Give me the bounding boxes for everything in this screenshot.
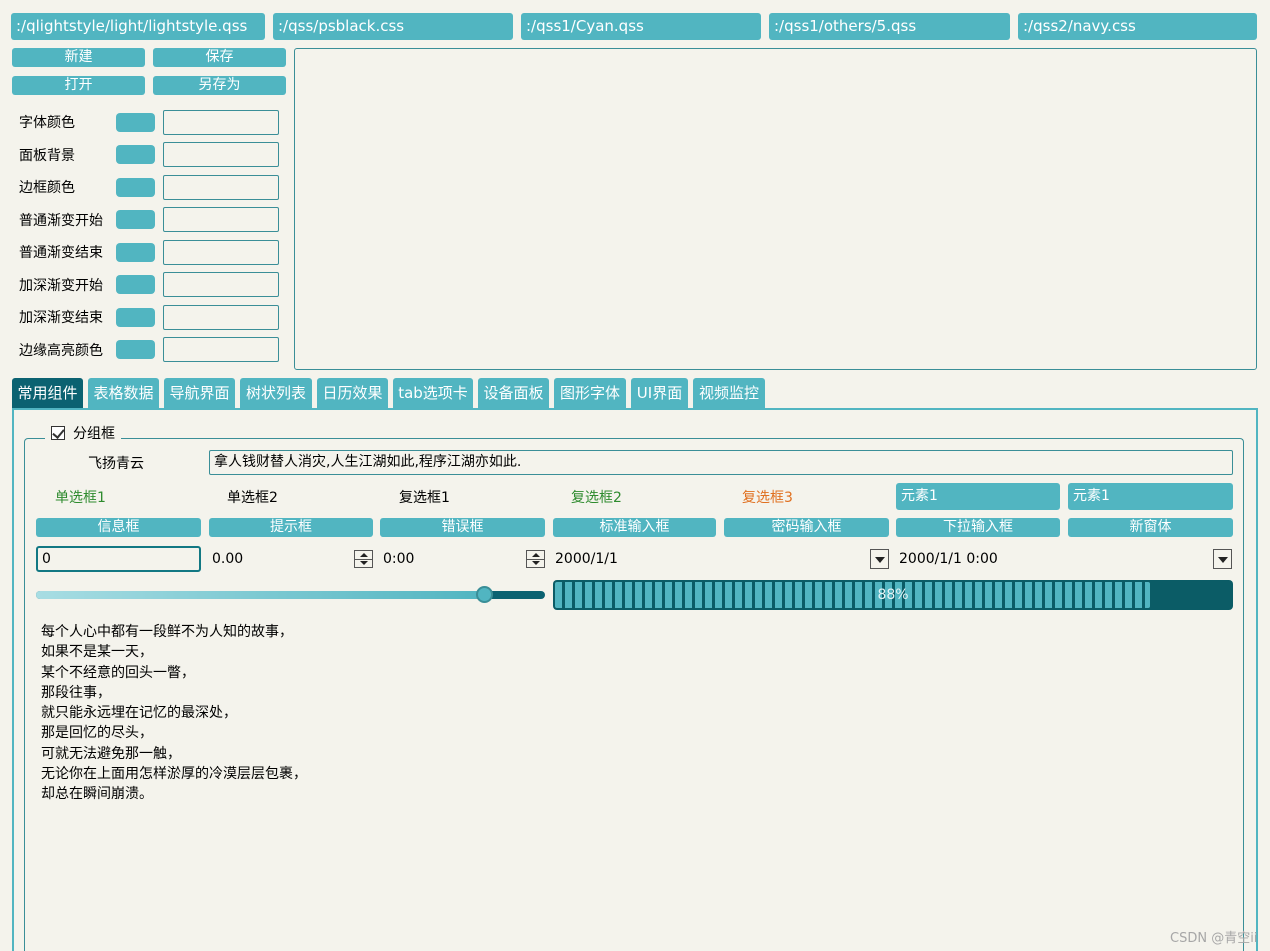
style-combo-4[interactable]: :/qss1/others/5.qss [769,13,1010,40]
color-input-dark-start[interactable] [163,272,279,297]
poem-line: 就只能永远埋在记忆的最深处， [41,705,237,722]
slider-handle[interactable] [475,586,493,603]
time-spin-arrows-icon[interactable] [526,550,545,568]
poem-line: 那段往事， [41,684,111,701]
poem-line: 无论你在上面用怎样淤厚的冷漠层层包裹， [41,766,307,783]
double-spinbox[interactable]: 0.00 [209,546,373,572]
color-input-normal-end[interactable] [163,240,279,265]
element-combo-1[interactable]: 元素1 [896,483,1060,510]
tab-tree-list[interactable]: 树状列表 [240,378,312,408]
poem-line: 如果不是某一天， [41,644,153,661]
tab-calendar[interactable]: 日历效果 [317,378,388,408]
slider-fill [36,591,484,599]
check-2[interactable]: 复选框2 [571,487,622,507]
tab-common-widgets[interactable]: 常用组件 [12,378,83,408]
check-1[interactable]: 复选框1 [399,487,450,507]
int-spinbox[interactable]: 0 [36,546,201,572]
open-button[interactable]: 打开 [12,76,145,95]
poem-line: 却总在瞬间崩溃。 [41,786,153,803]
date-edit-value: 2000/1/1 [555,551,618,567]
tab-device-panel[interactable]: 设备面板 [478,378,549,408]
color-label-dark-start: 加深渐变开始 [19,278,103,294]
poem-line: 可就无法避免那一触， [41,745,181,762]
date-dropdown-icon[interactable] [870,549,889,569]
datetime-edit-value: 2000/1/1 0:00 [899,551,998,567]
watermark: CSDN @青空ii [1170,931,1258,946]
color-label-highlight: 边缘高亮颜色 [19,343,103,359]
standard-input-button[interactable]: 标准输入框 [553,518,716,537]
line-edit[interactable]: 拿人钱财替人消灾,人生江湖如此,程序江湖亦如此. [209,450,1233,475]
date-edit[interactable]: 2000/1/1 [553,546,889,572]
qss-text-editor[interactable] [294,48,1257,370]
color-button-panel[interactable] [116,145,155,164]
poem-line: 那是回忆的尽头， [41,725,153,742]
poem-line: 某个不经意的回头一瞥， [41,664,195,681]
dropdown-input-button[interactable]: 下拉输入框 [896,518,1060,537]
tab-graphic-font[interactable]: 图形字体 [554,378,626,408]
radio-2[interactable]: 单选框2 [227,487,278,507]
save-as-button[interactable]: 另存为 [153,76,286,95]
double-spin-arrows-icon[interactable] [354,550,373,568]
tab-table-data[interactable]: 表格数据 [88,378,159,408]
error-box-button[interactable]: 错误框 [380,518,545,537]
time-edit-value: 0:00 [383,551,415,567]
element-combo-2[interactable]: 元素1 [1068,483,1233,510]
color-input-highlight[interactable] [163,337,279,362]
datetime-dropdown-icon[interactable] [1213,549,1232,569]
tab-video-monitor[interactable]: 视频监控 [693,378,765,408]
check-3[interactable]: 复选框3 [742,487,793,507]
password-input-button[interactable]: 密码输入框 [724,518,889,537]
progress-bar: 88% [553,580,1233,610]
save-button[interactable]: 保存 [153,48,286,67]
color-button-normal-start[interactable] [116,210,155,229]
datetime-edit[interactable]: 2000/1/1 0:00 [896,546,1232,572]
color-button-border[interactable] [116,178,155,197]
style-combo-5[interactable]: :/qss2/navy.css [1018,13,1257,40]
new-window-button[interactable]: 新窗体 [1068,518,1233,537]
name-label: 飞扬青云 [88,456,144,472]
tab-tab-widget[interactable]: tab选项卡 [393,378,473,408]
color-input-dark-end[interactable] [163,305,279,330]
color-label-normal-end: 普通渐变结束 [19,245,103,261]
color-button-normal-end[interactable] [116,243,155,262]
color-label-font: 字体颜色 [19,115,75,131]
tip-box-button[interactable]: 提示框 [209,518,373,537]
style-combo-3[interactable]: :/qss1/Cyan.qss [521,13,761,40]
color-input-border[interactable] [163,175,279,200]
slider-track[interactable] [36,591,545,599]
group-title-text: 分组框 [73,426,115,442]
color-button-dark-start[interactable] [116,275,155,294]
color-label-normal-start: 普通渐变开始 [19,213,103,229]
double-spinbox-value: 0.00 [212,551,244,567]
progress-text: 88% [877,587,909,603]
color-input-font[interactable] [163,110,279,135]
color-input-panel[interactable] [163,142,279,167]
color-label-dark-end: 加深渐变结束 [19,310,103,326]
color-button-dark-end[interactable] [116,308,155,327]
poem-text: 每个人心中都有一段鲜不为人知的故事， 如果不是某一天， 某个不经意的回头一瞥， … [41,622,307,805]
color-input-normal-start[interactable] [163,207,279,232]
style-combo-2[interactable]: :/qss/psblack.css [273,13,513,40]
style-combo-1[interactable]: :/qlightstyle/light/lightstyle.qss [11,13,265,40]
group-checkbox[interactable] [51,426,65,440]
info-box-button[interactable]: 信息框 [36,518,201,537]
color-button-highlight[interactable] [116,340,155,359]
tab-ui[interactable]: UI界面 [631,378,688,408]
new-button[interactable]: 新建 [12,48,145,67]
tab-navigation[interactable]: 导航界面 [164,378,235,408]
color-label-border: 边框颜色 [19,180,75,196]
time-edit[interactable]: 0:00 [380,546,545,572]
color-button-font[interactable] [116,113,155,132]
radio-1[interactable]: 单选框1 [55,487,106,507]
poem-line: 每个人心中都有一段鲜不为人知的故事， [41,624,293,640]
group-title[interactable]: 分组框 [45,423,121,443]
color-label-panel: 面板背景 [19,148,75,164]
